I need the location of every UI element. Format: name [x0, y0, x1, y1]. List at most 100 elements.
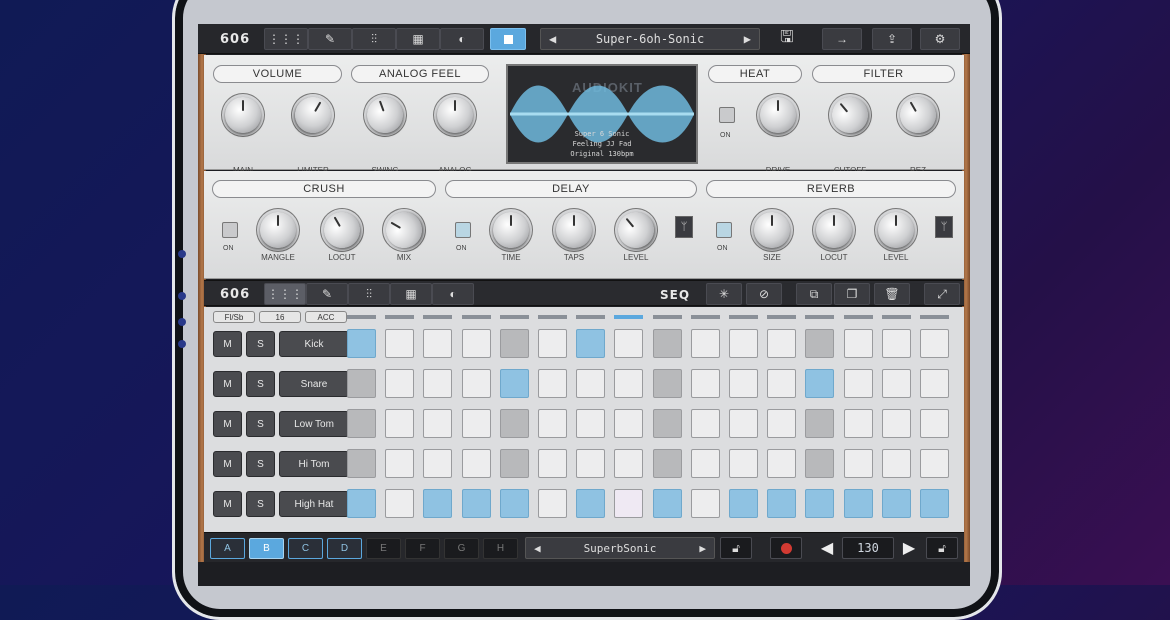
step-pad[interactable]	[499, 369, 529, 398]
solo-button[interactable]: S	[246, 331, 275, 357]
seq-sound-edit-button[interactable]: ✎	[306, 283, 348, 305]
pattern-button[interactable]: C	[288, 538, 323, 559]
mixer-button[interactable]: ⫶⫶	[352, 28, 396, 50]
delay-route-button[interactable]: ᛘ	[675, 216, 693, 238]
step-pad[interactable]	[385, 489, 415, 518]
step-pad[interactable]	[576, 489, 606, 518]
step-pad[interactable]	[423, 329, 453, 358]
knob-analog[interactable]	[437, 97, 473, 133]
knob-swing[interactable]	[361, 91, 409, 139]
pattern-button[interactable]: H	[483, 538, 518, 559]
step-pad[interactable]	[767, 409, 797, 438]
step-pad[interactable]	[347, 409, 376, 438]
step-pad[interactable]	[538, 489, 567, 518]
step-pad[interactable]	[881, 369, 911, 398]
step-pad[interactable]	[920, 489, 949, 518]
pattern-button[interactable]: F	[405, 538, 440, 559]
step-pad[interactable]	[576, 369, 606, 398]
knob-mix[interactable]	[379, 205, 429, 255]
track-name[interactable]: Hi Tom	[279, 451, 349, 477]
step-pad[interactable]	[690, 329, 720, 358]
step-pad[interactable]	[652, 489, 682, 518]
preset-prev-icon[interactable]: ◀	[549, 32, 556, 46]
track-name[interactable]: High Hat	[279, 491, 349, 517]
step-pad[interactable]	[881, 449, 911, 478]
solo-button[interactable]: S	[246, 491, 275, 517]
fl-sb-button[interactable]: Fl/Sb	[213, 311, 255, 323]
seq-fx-view-button[interactable]: ◐	[432, 283, 474, 305]
seq-pattern-view-button[interactable]: ⋮⋮⋮	[264, 283, 306, 305]
step-pad[interactable]	[347, 489, 376, 518]
knob-taps[interactable]	[556, 212, 592, 248]
step-pad[interactable]	[385, 369, 415, 398]
step-pad[interactable]	[538, 329, 567, 358]
step-pad[interactable]	[423, 489, 453, 518]
solo-button[interactable]: S	[246, 451, 275, 477]
step-pad[interactable]	[576, 409, 606, 438]
knob-reverb-locut[interactable]	[816, 212, 852, 248]
randomize-button[interactable]: ✳	[706, 283, 742, 305]
track-name[interactable]: Kick	[279, 331, 349, 357]
step-pad[interactable]	[461, 449, 491, 478]
step-pad[interactable]	[576, 329, 606, 358]
mute-button[interactable]: M	[213, 411, 242, 437]
step-pad[interactable]	[538, 449, 567, 478]
step-pad[interactable]	[347, 449, 376, 478]
step-pad[interactable]	[423, 409, 453, 438]
knob-reverb-level[interactable]	[878, 212, 914, 248]
steps-count-button[interactable]: 16	[259, 311, 301, 323]
step-pad[interactable]	[652, 409, 682, 438]
step-pad[interactable]	[614, 449, 644, 478]
reverb-route-button[interactable]: ᛘ	[935, 216, 953, 238]
pattern-button[interactable]: B	[249, 538, 284, 559]
pattern-selector[interactable]: ◀ SuperbSonic ▶	[525, 537, 715, 559]
step-pad[interactable]	[690, 489, 720, 518]
step-pad[interactable]	[499, 409, 529, 438]
preset-selector[interactable]: ◀ Super-6oh-Sonic ▶	[540, 28, 760, 50]
delete-button[interactable]: 🗑	[874, 283, 910, 305]
tempo-down-button[interactable]: ◀	[812, 537, 842, 559]
crush-toggle[interactable]	[222, 222, 238, 238]
pattern-button[interactable]: A	[210, 538, 245, 559]
step-pad[interactable]	[652, 369, 682, 398]
knob-size[interactable]	[754, 212, 790, 248]
step-pad[interactable]	[729, 449, 758, 478]
step-pad[interactable]	[499, 489, 529, 518]
step-pad[interactable]	[805, 329, 835, 358]
step-pad[interactable]	[767, 489, 797, 518]
step-pad[interactable]	[767, 449, 797, 478]
knob-mangle[interactable]	[260, 212, 296, 248]
expand-button[interactable]: ⤢	[924, 283, 960, 305]
forward-button[interactable]: →	[822, 28, 862, 50]
tempo-lock-button[interactable]: 🔓︎	[926, 537, 958, 559]
step-pad[interactable]	[729, 489, 758, 518]
mute-button[interactable]: M	[213, 371, 242, 397]
track-name[interactable]: Low Tom	[279, 411, 349, 437]
step-pad[interactable]	[920, 449, 949, 478]
step-pad[interactable]	[499, 449, 529, 478]
step-pad[interactable]	[614, 329, 644, 358]
step-pad[interactable]	[881, 489, 911, 518]
save-button[interactable]: 🖫	[772, 28, 802, 50]
record-button[interactable]	[770, 537, 802, 559]
step-pad[interactable]	[423, 369, 453, 398]
step-pad[interactable]	[576, 449, 606, 478]
step-pad[interactable]	[385, 329, 415, 358]
solo-button[interactable]: S	[246, 411, 275, 437]
tempo-up-button[interactable]: ▶	[894, 537, 924, 559]
mute-button[interactable]: M	[213, 451, 242, 477]
step-pad[interactable]	[805, 449, 835, 478]
step-pad[interactable]	[843, 449, 873, 478]
pattern-lock-button[interactable]: 🔓︎	[720, 537, 752, 559]
step-pad[interactable]	[805, 369, 835, 398]
step-pad[interactable]	[690, 369, 720, 398]
step-pad[interactable]	[729, 409, 758, 438]
fx-view-button[interactable]: ◐	[440, 28, 484, 50]
track-name[interactable]: Snare	[279, 371, 349, 397]
step-pad[interactable]	[385, 409, 415, 438]
step-pad[interactable]	[690, 449, 720, 478]
knob-limiter[interactable]	[288, 90, 338, 140]
solo-button[interactable]: S	[246, 371, 275, 397]
tempo-display[interactable]: 130	[842, 537, 894, 559]
step-pad[interactable]	[652, 329, 682, 358]
